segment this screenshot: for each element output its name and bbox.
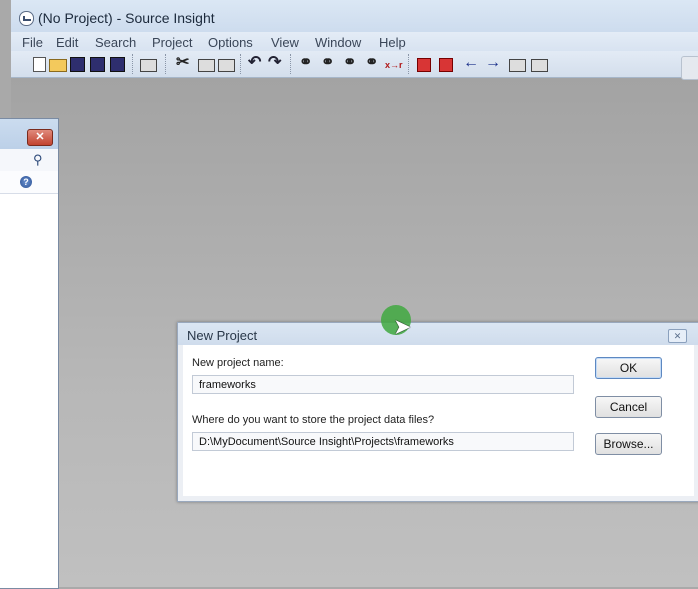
search-forward-icon[interactable]: ⚭ bbox=[343, 54, 356, 72]
replace-icon[interactable]: x→r bbox=[385, 60, 403, 70]
copy-icon[interactable] bbox=[198, 59, 215, 72]
bookmark-icon[interactable] bbox=[417, 58, 431, 72]
redo-icon[interactable]: ↷ bbox=[268, 54, 281, 72]
bookmark-next-icon[interactable] bbox=[439, 58, 453, 72]
project-window-panel: ✕ ⚲ ? bbox=[0, 118, 59, 589]
search-backward-icon[interactable]: ⚭ bbox=[321, 54, 334, 72]
menu-window[interactable]: Window bbox=[315, 35, 361, 50]
dialog-title: New Project bbox=[187, 328, 258, 343]
toolbar-separator bbox=[165, 54, 167, 74]
toolbar-separator bbox=[240, 54, 242, 74]
panel-help-row: ? bbox=[0, 171, 58, 194]
indent-icon[interactable] bbox=[509, 59, 526, 72]
toolbar-separator bbox=[290, 54, 292, 74]
menu-help[interactable]: Help bbox=[379, 35, 406, 50]
dialog-body: New project name: frameworks Where do yo… bbox=[183, 345, 694, 496]
save-all-icon[interactable] bbox=[110, 57, 125, 72]
menu-options[interactable]: Options bbox=[208, 35, 253, 50]
undo-icon[interactable]: ↶ bbox=[248, 54, 261, 72]
menu-edit[interactable]: Edit bbox=[56, 35, 78, 50]
close-icon[interactable]: ✕ bbox=[668, 329, 687, 343]
project-name-input[interactable]: frameworks bbox=[192, 375, 574, 394]
save-icon[interactable] bbox=[70, 57, 85, 72]
project-name-label: New project name: bbox=[192, 357, 284, 369]
help-icon[interactable]: ? bbox=[20, 176, 32, 188]
toolbar-overflow-button[interactable] bbox=[681, 56, 698, 80]
panel-title-bar[interactable]: ✕ bbox=[0, 119, 58, 149]
new-file-icon[interactable] bbox=[33, 57, 46, 72]
open-file-icon[interactable] bbox=[49, 59, 67, 72]
menu-file[interactable]: File bbox=[22, 35, 43, 50]
title-bar[interactable]: (No Project) - Source Insight bbox=[11, 0, 698, 32]
search-icon[interactable]: ⚲ bbox=[33, 152, 43, 168]
cut-icon[interactable]: ✂ bbox=[176, 54, 189, 72]
outdent-icon[interactable] bbox=[531, 59, 548, 72]
dialog-title-bar[interactable]: New Project ✕ bbox=[178, 323, 698, 345]
source-insight-app-icon bbox=[19, 11, 34, 26]
paste-icon[interactable] bbox=[218, 59, 235, 72]
mouse-cursor-icon: ➤ bbox=[393, 314, 412, 339]
ok-button[interactable]: OK bbox=[595, 357, 662, 379]
cancel-button[interactable]: Cancel bbox=[595, 396, 662, 418]
project-location-label: Where do you want to store the project d… bbox=[192, 414, 435, 426]
panel-search-row[interactable]: ⚲ bbox=[0, 149, 58, 172]
close-icon[interactable]: ✕ bbox=[27, 129, 53, 146]
go-forward-icon[interactable]: → bbox=[485, 54, 501, 72]
menu-bar: File Edit Search Project Options View Wi… bbox=[11, 32, 698, 51]
toolbar-separator bbox=[132, 54, 134, 74]
window-title: (No Project) - Source Insight bbox=[38, 10, 215, 26]
project-location-input[interactable]: D:\MyDocument\Source Insight\Projects\fr… bbox=[192, 432, 574, 451]
search-files-icon[interactable]: ⚭ bbox=[365, 54, 378, 72]
search-binoculars-icon[interactable]: ⚭ bbox=[299, 54, 312, 72]
menu-view[interactable]: View bbox=[271, 35, 299, 50]
go-back-icon[interactable]: ← bbox=[463, 54, 479, 72]
menu-project[interactable]: Project bbox=[152, 35, 192, 50]
toolbar-separator bbox=[408, 54, 410, 74]
save-as-icon[interactable] bbox=[90, 57, 105, 72]
new-project-dialog: New Project ✕ New project name: framewor… bbox=[177, 322, 698, 502]
print-icon[interactable] bbox=[140, 59, 157, 72]
toolbar: ✂ ↶ ↷ ⚭ ⚭ ⚭ ⚭ x→r ← → bbox=[11, 51, 698, 78]
menu-search[interactable]: Search bbox=[95, 35, 136, 50]
browse-button[interactable]: Browse... bbox=[595, 433, 662, 455]
